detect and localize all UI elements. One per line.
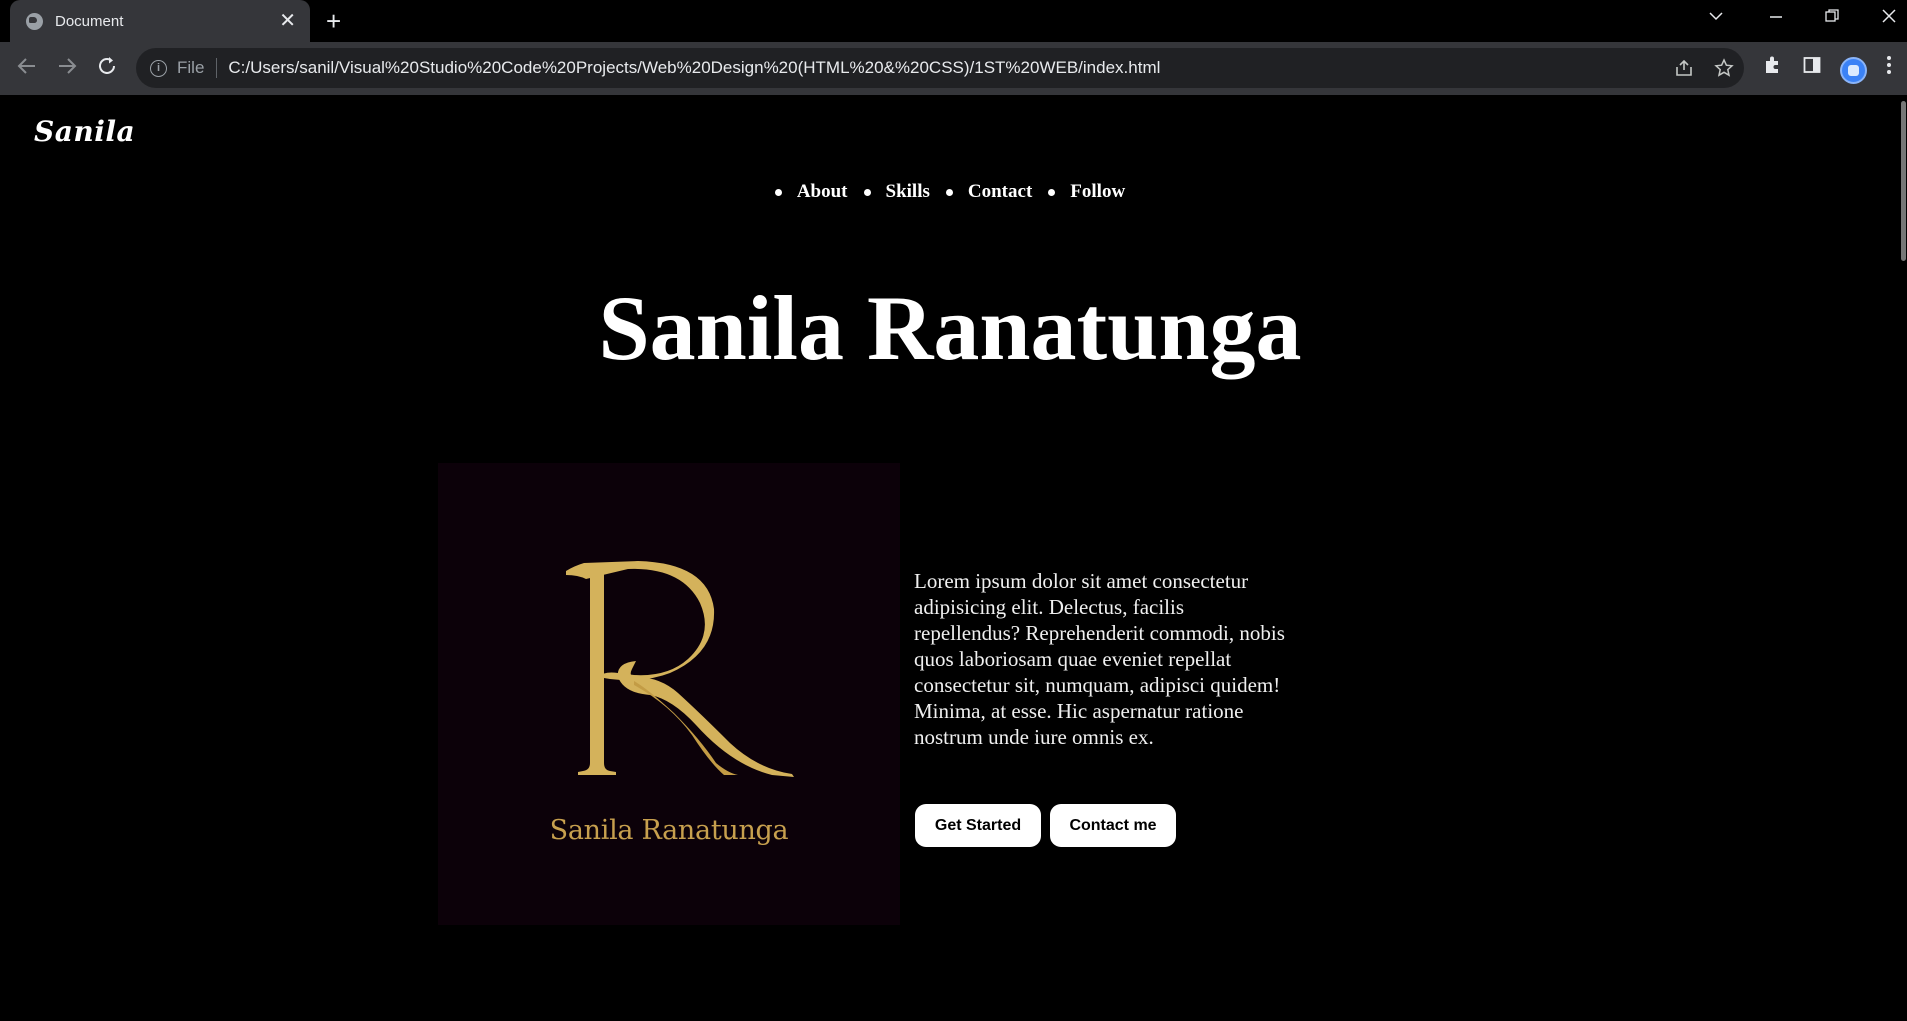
bullet <box>863 188 871 196</box>
restore-icon[interactable] <box>1824 6 1840 30</box>
nav-link-about[interactable]: About <box>797 181 848 203</box>
share-icon[interactable] <box>1674 58 1694 82</box>
browser-toolbar: i File C:/Users/sanil/Visual%20Studio%20… <box>0 42 1907 95</box>
extensions-icon[interactable] <box>1762 55 1782 80</box>
chevron-down-icon[interactable] <box>1708 6 1724 30</box>
bullet <box>945 188 953 196</box>
forward-icon[interactable] <box>56 55 78 82</box>
nav-link-skills[interactable]: Skills <box>886 181 930 203</box>
profile-icon[interactable] <box>1840 57 1867 84</box>
browser-tab[interactable]: Document ✕ <box>10 0 310 42</box>
url-text[interactable]: C:/Users/sanil/Visual%20Studio%20Code%20… <box>228 58 1160 78</box>
site-logo[interactable]: Sanila <box>34 115 135 148</box>
nav-item-about[interactable]: About <box>767 181 856 203</box>
intro-paragraph: Lorem ipsum dolor sit amet consectetur a… <box>914 569 1285 749</box>
nav-item-follow[interactable]: Follow <box>1040 181 1133 203</box>
minimize-icon[interactable] <box>1768 6 1784 30</box>
nav-item-skills[interactable]: Skills <box>856 181 938 203</box>
contact-me-button[interactable]: Contact me <box>1050 804 1176 847</box>
bullet <box>774 188 782 196</box>
brand-logo-image: Sanila Ranatunga <box>438 463 900 925</box>
r-monogram-logo <box>566 561 794 777</box>
nav-link-contact[interactable]: Contact <box>968 181 1032 203</box>
bullet <box>1048 188 1056 196</box>
tab-title: Document <box>55 12 124 30</box>
back-icon[interactable] <box>16 55 38 82</box>
page-scrollbar[interactable] <box>1900 95 1907 1021</box>
side-panel-icon[interactable] <box>1802 55 1822 80</box>
omnibox-divider <box>216 58 218 78</box>
brand-caption: Sanila Ranatunga <box>549 815 789 846</box>
info-icon[interactable]: i <box>150 59 167 77</box>
nav-link-follow[interactable]: Follow <box>1070 181 1125 203</box>
file-label: File <box>177 58 205 77</box>
tab-strip: Document ✕ + <box>0 0 1907 42</box>
get-started-button[interactable]: Get Started <box>915 804 1041 847</box>
plus-icon[interactable]: + <box>326 8 341 34</box>
kebab-menu-icon[interactable] <box>1886 55 1892 80</box>
address-bar[interactable]: i File C:/Users/sanil/Visual%20Studio%20… <box>136 48 1744 88</box>
nav-menu: About Skills Contact Follow <box>0 181 1900 203</box>
reload-icon[interactable] <box>96 55 118 82</box>
hero-title: Sanila Ranatunga <box>598 277 1302 379</box>
scrollbar-thumb[interactable] <box>1901 101 1906 261</box>
close-icon[interactable]: ✕ <box>279 11 296 31</box>
web-page: Sanila About Skills Contact Follow Sanil… <box>0 95 1900 1021</box>
star-icon[interactable] <box>1714 58 1734 82</box>
close-window-icon[interactable] <box>1881 6 1897 30</box>
globe-icon <box>26 12 43 30</box>
nav-item-contact[interactable]: Contact <box>938 181 1040 203</box>
